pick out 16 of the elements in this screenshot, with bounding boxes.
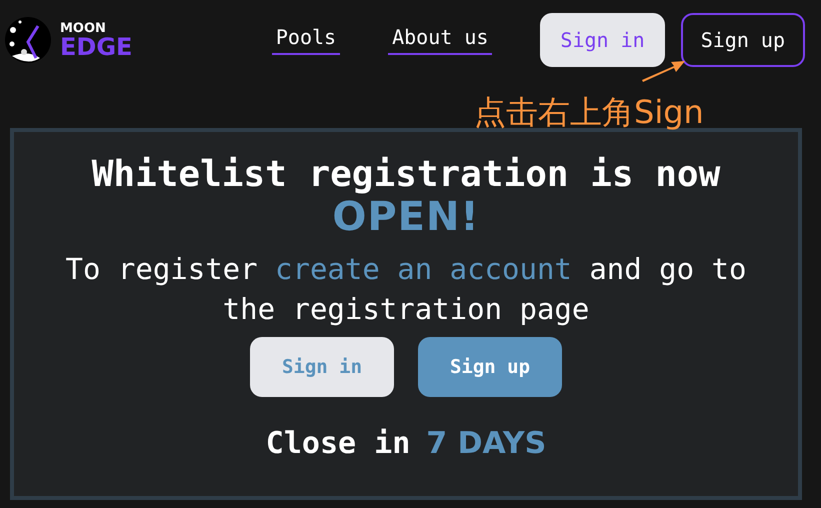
banner-title: Whitelist registration is now	[90, 154, 722, 196]
sign-up-button[interactable]: Sign up	[418, 337, 562, 398]
create-account-link[interactable]: create an account	[275, 252, 572, 286]
sign-up-button[interactable]: Sign up	[680, 13, 805, 67]
logo-text: MOON	[60, 22, 107, 34]
sign-in-button[interactable]: Sign in	[250, 337, 394, 398]
open-label: OPEN!	[331, 195, 481, 240]
nav-link[interactable]: About us	[388, 25, 492, 55]
moon-logo-icon	[4, 16, 52, 64]
sign-in-button[interactable]: Sign in	[540, 13, 665, 67]
logo-text: EDGE	[60, 34, 132, 58]
annotation-text: 点击右上角Sign	[474, 96, 704, 128]
close-countdown: 7 DAYS	[426, 425, 546, 464]
close-label: Close in	[266, 425, 410, 464]
register-text: To register create an account and go to the registration page	[64, 251, 748, 328]
nav-link[interactable]: Pools	[272, 25, 340, 55]
